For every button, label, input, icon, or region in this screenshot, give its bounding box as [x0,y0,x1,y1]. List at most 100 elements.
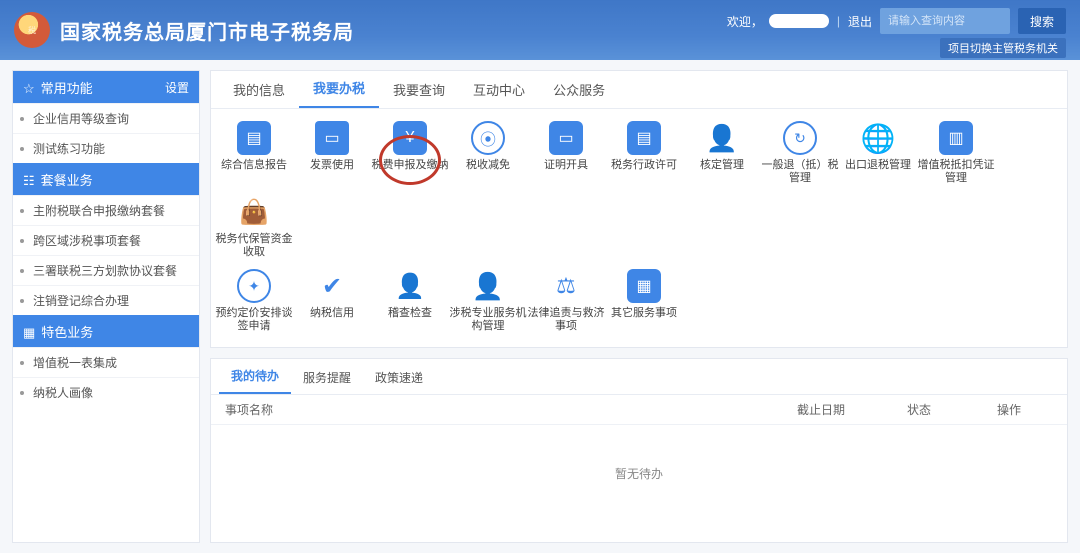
sidebar-section-label: 常用功能 [41,81,93,96]
service-grid: ▤ 综合信息报告 ▭ 发票使用 ¥ 税费申报及缴纳 ⦿ 税收减免 ▭ 证明开具▤税务行政许可 👤 核定… [211,109,1067,347]
service-label: 涉税专业服务机构管理 [449,307,527,333]
service-user[interactable]: 👤 涉税专业服务机构管理 [449,269,527,333]
tab-policy[interactable]: 政策速递 [363,361,435,394]
grid-icon: ▦ [23,325,35,340]
service-label: 核定管理 [683,159,761,185]
service-label: 其它服务事项 [605,307,683,333]
sidebar-item[interactable]: 纳税人画像 [13,377,199,407]
service-user[interactable]: 👤 核定管理 [683,121,761,185]
sidebar-item[interactable]: 主附税联合申报缴纳套餐 [13,195,199,225]
tab-public[interactable]: 公众服务 [539,71,619,108]
refresh-icon: ↻ [783,121,817,155]
tab-interact[interactable]: 互动中心 [459,71,539,108]
tab-todo[interactable]: 我的待办 [219,359,291,394]
table-header: 事项名称 截止日期 状态 操作 [211,395,1067,425]
service-label: 增值税抵扣凭证管理 [917,159,995,185]
star-icon: ☆ [23,81,35,96]
lower-tabs: 我的待办 服务提醒 政策速递 [211,359,1067,395]
service-label: 证明开具 [527,159,605,185]
sidebar-item-label: 跨区域涉税事项套餐 [33,232,141,249]
book-icon: ▥ [939,121,973,155]
service-label: 发票使用 [293,159,371,185]
services-panel: 我的信息 我要办税 我要查询 互动中心 公众服务 ▤ 综合信息报告 ▭ 发票使用 ¥ 税费… [210,70,1068,348]
todo-panel: 我的待办 服务提醒 政策速递 事项名称 截止日期 状态 操作 暂无待办 [210,358,1068,543]
service-ticket[interactable]: ▭ 发票使用 [293,121,371,185]
user-icon: 👤 [471,269,505,303]
sidebar-item[interactable]: 增值税一表集成 [13,347,199,377]
tab-my-info[interactable]: 我的信息 [219,71,299,108]
site-title: 国家税务总局厦门市电子税务局 [60,16,354,45]
settings-link[interactable]: 设置 [165,79,189,96]
welcome-label: 欢迎， [727,13,763,30]
search-input[interactable] [880,8,1010,34]
service-person[interactable]: 👤稽查检查 [371,269,449,333]
service-refresh[interactable]: ↻ 一般退（抵）税管理 [761,121,839,185]
sidebar-item[interactable]: 企业信用等级查询 [13,103,199,133]
sidebar-section-label: 特色业务 [41,325,93,340]
sidebar-item-label: 纳税人画像 [33,384,93,401]
ticket2-icon: ▭ [549,121,583,155]
tab-notice[interactable]: 服务提醒 [291,361,363,394]
service-label: 税务代保管资金收取 [215,233,293,259]
service-label: 税收减免 [449,159,527,185]
service-compass[interactable]: ✦预约定价安排谈签申请 [215,269,293,333]
service-bag[interactable]: 👜 税务代保管资金收取 [215,195,293,259]
sidebar-item[interactable]: 测试练习功能 [13,133,199,163]
coin-icon: ⦿ [471,121,505,155]
search-button[interactable]: 搜索 [1018,8,1066,34]
bag-icon: 👜 [237,195,271,229]
service-label: 一般退（抵）税管理 [761,159,839,185]
service-label: 纳税信用 [293,307,371,333]
service-shield[interactable]: ✔ 纳税信用 [293,269,371,333]
ticket-icon: ▭ [315,121,349,155]
sidebar-section-label: 套餐业务 [41,173,93,188]
service-coin[interactable]: ⦿ 税收减免 [449,121,527,185]
wallet-icon: ¥ [393,121,427,155]
empty-state: 暂无待办 [211,425,1067,542]
sidebar-item-label: 三署联税三方划款协议套餐 [33,262,177,279]
welcome-text: 欢迎， [727,13,829,30]
sidebar-item[interactable]: 三署联税三方划款协议套餐 [13,255,199,285]
service-label: 稽查检查 [371,307,449,333]
tab-handle-tax[interactable]: 我要办税 [299,69,379,108]
col-name: 事项名称 [211,401,797,418]
service-label: 税务行政许可 [605,159,683,185]
service-book[interactable]: ▥ 增值税抵扣凭证管理 [917,121,995,185]
sidebar: ☆ 常用功能 设置 企业信用等级查询 测试练习功能 ☷ 套餐业务 主附税联合申报缴纳… [12,70,200,543]
sidebar-item[interactable]: 跨区域涉税事项套餐 [13,225,199,255]
username-masked [769,14,829,28]
sidebar-section-common[interactable]: ☆ 常用功能 设置 [13,71,199,103]
service-doc[interactable]: ▤ 综合信息报告 [215,121,293,185]
logout-link[interactable]: 退出 [848,13,872,30]
main-content: 我的信息 我要办税 我要查询 互动中心 公众服务 ▤ 综合信息报告 ▭ 发票使用 ¥ 税费… [210,70,1068,543]
service-globe[interactable]: 🌐出口退税管理 [839,121,917,185]
top-tabs: 我的信息 我要办税 我要查询 互动中心 公众服务 [211,71,1067,109]
col-op: 操作 [997,401,1067,418]
service-doc[interactable]: ▤税务行政许可 [605,121,683,185]
switch-tax-org-link[interactable]: 项目切换主管税务机关 [940,38,1066,58]
col-status: 状态 [907,401,997,418]
header: 税 国家税务总局厦门市电子税务局 欢迎， | 退出 搜索 项目切换主管税务机关 [0,0,1080,60]
service-label: 综合信息报告 [215,159,293,185]
sidebar-item-label: 注销登记综合办理 [33,292,129,309]
service-label: 预约定价安排谈签申请 [215,307,293,333]
package-icon: ☷ [23,173,35,188]
shield-icon: ✔ [315,269,349,303]
service-label: 出口退税管理 [839,159,917,185]
service-gavel[interactable]: ⚖ 法律追责与救济事项 [527,269,605,333]
tab-query[interactable]: 我要查询 [379,71,459,108]
doc-icon: ▤ [237,121,271,155]
service-cal[interactable]: ▦其它服务事项 [605,269,683,333]
user-icon: 👤 [705,121,739,155]
sidebar-section-featured[interactable]: ▦ 特色业务 [13,315,199,347]
sidebar-item-label: 企业信用等级查询 [33,110,129,127]
col-date: 截止日期 [797,401,907,418]
sidebar-section-package[interactable]: ☷ 套餐业务 [13,163,199,195]
sidebar-item-label: 增值税一表集成 [33,354,117,371]
sidebar-item[interactable]: 注销登记综合办理 [13,285,199,315]
service-label: 法律追责与救济事项 [527,307,605,333]
service-label: 税费申报及缴纳 [371,159,449,185]
gavel-icon: ⚖ [549,269,583,303]
service-wallet[interactable]: ¥ 税费申报及缴纳 [371,121,449,185]
service-ticket2[interactable]: ▭ 证明开具 [527,121,605,185]
